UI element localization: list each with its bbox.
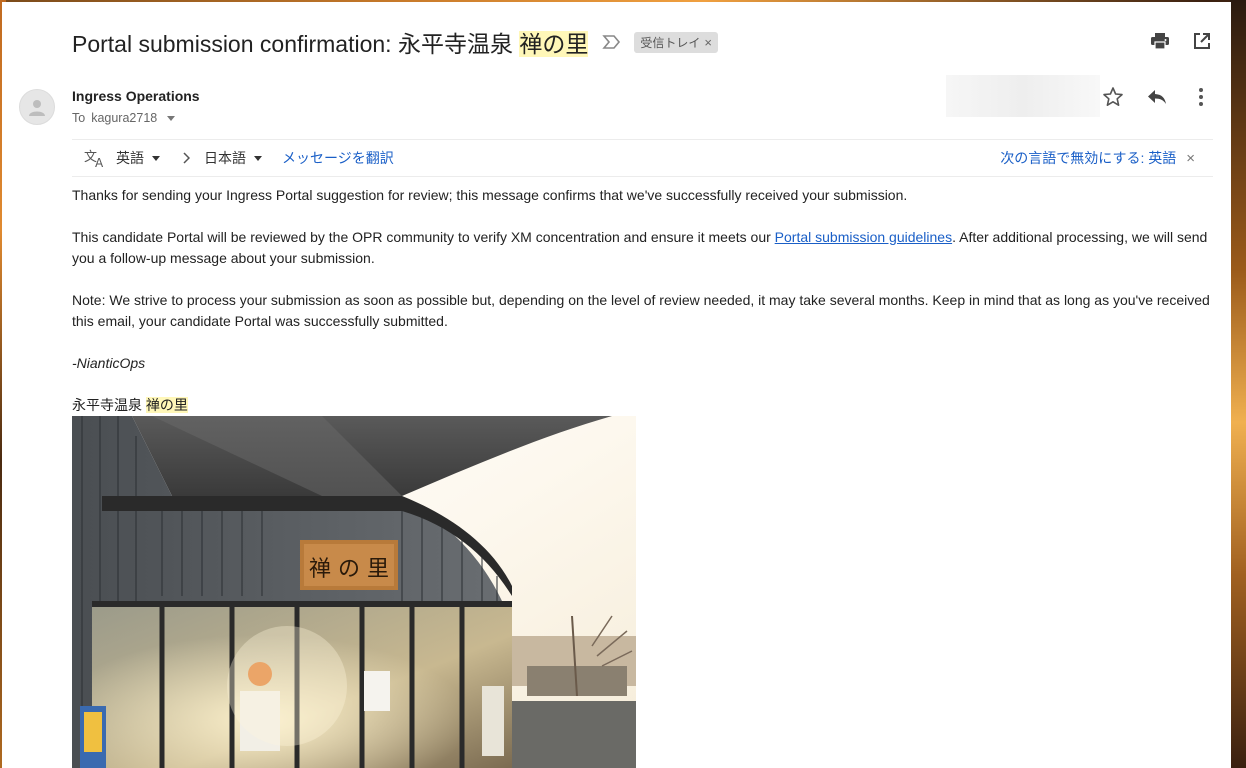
remove-label-button[interactable]: × — [704, 35, 712, 50]
subject-text: Portal submission confirmation: 永平寺温泉 — [72, 31, 520, 57]
signature: -NianticOps — [72, 355, 146, 371]
translate-message-link[interactable]: メッセージを翻訳 — [282, 148, 394, 168]
subject-highlight: 禅の里 — [519, 31, 589, 57]
star-icon[interactable] — [1102, 86, 1124, 108]
body-text: This candidate Portal will be reviewed b… — [72, 229, 775, 245]
recipient-line: To kagura2718 — [72, 111, 176, 125]
source-language-select[interactable]: 英語 — [116, 148, 160, 168]
close-translate-bar-button[interactable]: × — [1186, 150, 1195, 167]
print-icon[interactable] — [1149, 30, 1171, 52]
portal-name: 永平寺温泉 禅の里 — [72, 395, 1212, 416]
translate-bar: 文A 英語 日本語 メッセージを翻訳 次の言語で無効にする: 英語 × — [72, 139, 1213, 177]
chevron-right-icon — [182, 152, 190, 164]
subject-actions — [1149, 30, 1213, 52]
sender-name[interactable]: Ingress Operations — [72, 88, 200, 104]
recipient-name: kagura2718 — [91, 111, 158, 125]
important-marker-icon[interactable] — [602, 34, 622, 50]
portal-photo[interactable]: 禅 の 里 — [72, 416, 636, 768]
translate-disable-area: 次の言語で無効にする: 英語 × — [1000, 148, 1195, 168]
source-language-label: 英語 — [116, 150, 144, 166]
guidelines-link[interactable]: Portal submission guidelines — [775, 229, 952, 245]
portal-name-highlight: 禅の里 — [145, 397, 188, 413]
body-paragraph: This candidate Portal will be reviewed b… — [72, 227, 1212, 269]
to-label: To — [72, 111, 86, 125]
body-paragraph: Thanks for sending your Ingress Portal s… — [72, 187, 908, 203]
subject-row: Portal submission confirmation: 永平寺温泉 禅の… — [72, 24, 718, 60]
chevron-down-icon — [254, 155, 262, 161]
inbox-label-text: 受信トレイ — [640, 35, 701, 50]
desktop-wallpaper-right — [1230, 0, 1246, 768]
sign-text: 禅 の 里 — [309, 557, 389, 582]
svg-text:A: A — [95, 156, 104, 168]
inbox-label-chip[interactable]: 受信トレイ × — [634, 31, 718, 53]
default-avatar-icon — [19, 89, 55, 125]
email-body: Thanks for sending your Ingress Portal s… — [72, 185, 1212, 416]
open-in-new-window-icon[interactable] — [1191, 30, 1213, 52]
translate-icon: 文A — [84, 148, 106, 168]
more-vertical-icon[interactable] — [1190, 86, 1212, 108]
email-subject: Portal submission confirmation: 永平寺温泉 禅の… — [72, 25, 589, 59]
reply-icon[interactable] — [1146, 86, 1168, 108]
disable-translation-link[interactable]: 次の言語で無効にする: 英語 — [1000, 148, 1176, 168]
chevron-down-icon — [152, 155, 160, 161]
target-language-select[interactable]: 日本語 — [204, 148, 262, 168]
portal-name-text: 永平寺温泉 — [72, 397, 146, 413]
message-actions — [1102, 86, 1212, 108]
target-language-label: 日本語 — [204, 150, 246, 166]
email-view: Portal submission confirmation: 永平寺温泉 禅の… — [2, 2, 1231, 768]
show-details-chevron-down-icon[interactable] — [167, 115, 176, 121]
redacted-date — [946, 75, 1100, 117]
body-paragraph: Note: We strive to process your submissi… — [72, 292, 1210, 329]
